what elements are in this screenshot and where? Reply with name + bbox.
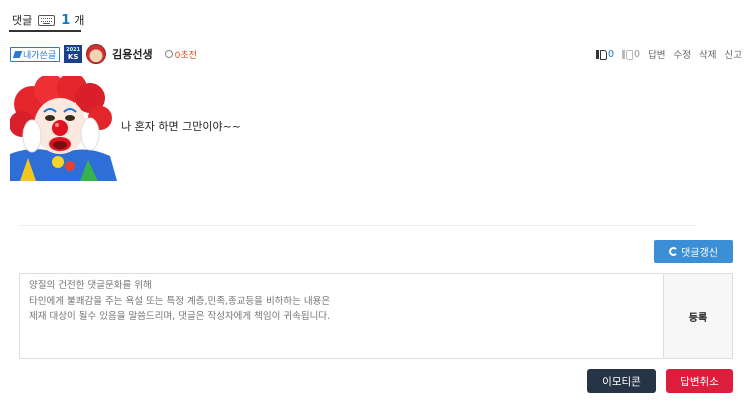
comment-count: 1 [61,12,71,28]
author-name[interactable]: 김용선생 [112,46,152,62]
refresh-icon [669,247,679,256]
comment-body: 나 혼자 하면 그만이야~~ [121,120,242,133]
like-button[interactable]: 0 [595,48,615,60]
thumbs-up-icon [595,49,607,60]
thumbs-down-icon [622,49,634,60]
refresh-comments-label: 댓글갱신 [681,248,718,259]
emoticon-button[interactable]: 이모티콘 [587,369,656,393]
comment-form: 등록 [19,273,733,359]
report-link[interactable]: 신고 [725,47,742,61]
comment-count-unit: 개 [74,14,85,27]
dislike-count: 0 [634,48,641,60]
comment-textarea[interactable] [20,274,663,358]
pencil-icon [12,50,23,58]
comment-tab[interactable]: 댓글 1 개 [12,8,84,32]
divider [20,225,696,226]
mine-badge: 내가쓴글 [10,46,61,62]
clown-emoticon-image [10,76,117,181]
comment-time: 0초전 [164,48,197,61]
comment-time-text: 0초전 [174,50,197,61]
comment-tab-label: 댓글 [12,14,33,27]
cancel-reply-button[interactable]: 답변취소 [666,369,733,393]
like-count: 0 [607,48,615,60]
delete-link[interactable]: 삭제 [699,47,716,61]
refresh-comments-button[interactable]: 댓글갱신 [654,240,733,263]
level-badge: 2021 KS [64,45,83,63]
mine-badge-label: 내가쓴글 [23,50,57,61]
edit-link[interactable]: 수정 [674,47,691,61]
comment-header: 내가쓴글 2021 KS 김용선생 0초전 0 0 답변 수정 삭제 신고 [10,44,742,64]
comment-actions: 0 0 답변 수정 삭제 신고 [595,47,742,61]
submit-button[interactable]: 등록 [663,274,732,358]
keyboard-icon [38,14,56,26]
clock-icon [164,50,173,58]
avatar[interactable] [86,44,107,64]
tab-underline [9,30,81,32]
reply-link[interactable]: 답변 [648,47,665,61]
level-badge-text: KS [67,53,79,61]
dislike-button[interactable]: 0 [622,49,640,60]
